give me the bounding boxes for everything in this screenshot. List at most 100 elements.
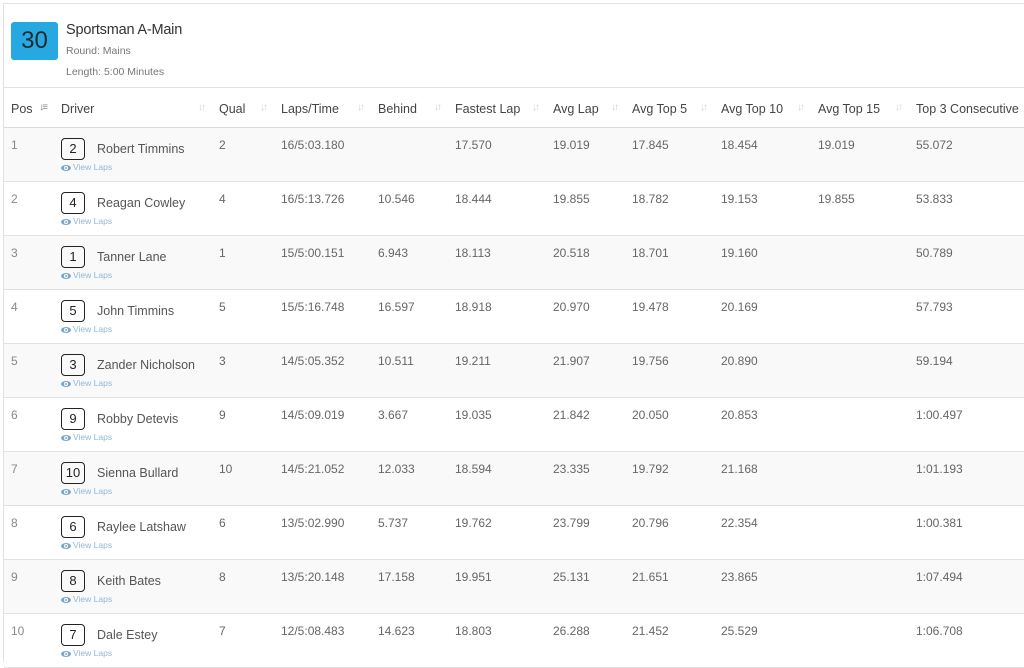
cell-value: 14/5:21.052 xyxy=(281,462,345,476)
cell-value: 6 xyxy=(219,516,226,530)
table-row: 10 7 Dale Estey View Laps 7 12/5:08.483 14.623… xyxy=(4,613,1024,668)
cell-avg-top10: 18.454 xyxy=(714,127,811,182)
column-header-pos[interactable]: Pos ↓≡ xyxy=(4,91,54,128)
cell-driver: 7 Dale Estey View Laps xyxy=(54,613,212,668)
cell-avg-top10: 19.153 xyxy=(714,181,811,236)
column-label-top3-consecutive: Top 3 Consecutive xyxy=(916,102,1019,116)
table-row: 6 9 Robby Detevis View Laps 9 14/5:09.019 3.66… xyxy=(4,397,1024,452)
cell-top3: 1:01.193 xyxy=(909,451,1024,506)
cell-pos: 7 xyxy=(4,451,54,506)
cell-value: 1:00.381 xyxy=(916,516,963,530)
sort-icon[interactable]: ↓↑ xyxy=(611,102,619,113)
cell-value: 23.799 xyxy=(553,516,590,530)
sort-desc-icon[interactable]: ↓≡ xyxy=(39,102,48,113)
cell-value: 20.853 xyxy=(721,408,758,422)
view-laps-link[interactable]: View Laps xyxy=(61,432,212,442)
view-laps-label: View Laps xyxy=(73,432,113,442)
driver-name: Dale Estey xyxy=(97,628,158,642)
cell-value: 2 xyxy=(11,192,18,206)
cell-value: 55.072 xyxy=(916,138,953,152)
car-number-badge: 1 xyxy=(61,246,85,268)
cell-value: 4 xyxy=(11,300,18,314)
cell-value: 19.478 xyxy=(632,300,669,314)
view-laps-link[interactable]: View Laps xyxy=(61,162,212,172)
cell-avg-top5: 20.050 xyxy=(625,397,714,452)
view-laps-link[interactable]: View Laps xyxy=(61,324,212,334)
cell-qual: 1 xyxy=(212,235,274,290)
column-header-avg-top10[interactable]: Avg Top 10 ↓↑ xyxy=(714,91,811,128)
sort-icon[interactable]: ↓↑ xyxy=(198,102,206,113)
cell-avg-top10: 23.865 xyxy=(714,559,811,614)
cell-avg-top15 xyxy=(811,451,909,506)
cell-value: 10.546 xyxy=(378,192,415,206)
cell-value: 14.623 xyxy=(378,624,415,638)
cell-value: 6 xyxy=(11,408,18,422)
cell-value: 50.789 xyxy=(916,246,953,260)
cell-value: 18.701 xyxy=(632,246,669,260)
column-label-avg-top10: Avg Top 10 xyxy=(721,102,784,116)
view-laps-link[interactable]: View Laps xyxy=(61,540,212,550)
cell-behind xyxy=(371,127,448,182)
column-header-driver[interactable]: Driver ↓↑ xyxy=(54,91,212,128)
cell-qual: 7 xyxy=(212,613,274,668)
cell-driver: 9 Robby Detevis View Laps xyxy=(54,397,212,452)
column-header-avg-lap[interactable]: Avg Lap ↓↑ xyxy=(546,91,625,128)
cell-behind: 5.737 xyxy=(371,505,448,560)
car-number-badge: 4 xyxy=(61,192,85,214)
sort-icon[interactable]: ↓↑ xyxy=(260,102,268,113)
sort-icon[interactable]: ↓↑ xyxy=(797,102,805,113)
view-laps-link[interactable]: View Laps xyxy=(61,648,212,658)
eye-icon xyxy=(61,434,71,441)
view-laps-link[interactable]: View Laps xyxy=(61,486,212,496)
column-header-qual[interactable]: Qual ↓↑ xyxy=(212,91,274,128)
cell-behind: 6.943 xyxy=(371,235,448,290)
cell-qual: 5 xyxy=(212,289,274,344)
driver-name: Tanner Lane xyxy=(97,250,167,264)
column-header-fastest-lap[interactable]: Fastest Lap ↓↑ xyxy=(448,91,546,128)
sort-icon[interactable]: ↓↑ xyxy=(532,102,540,113)
car-number-badge: 5 xyxy=(61,300,85,322)
table-row: 8 6 Raylee Latshaw View Laps 6 13/5:02.990 5.7… xyxy=(4,505,1024,560)
cell-value: 19.855 xyxy=(818,192,855,206)
cell-value: 7 xyxy=(11,462,18,476)
cell-value: 18.454 xyxy=(721,138,758,152)
cell-driver: 6 Raylee Latshaw View Laps xyxy=(54,505,212,560)
view-laps-link[interactable]: View Laps xyxy=(61,378,212,388)
cell-value: 18.782 xyxy=(632,192,669,206)
cell-avg-top5: 21.651 xyxy=(625,559,714,614)
cell-avg-lap: 21.907 xyxy=(546,343,625,398)
view-laps-link[interactable]: View Laps xyxy=(61,594,212,604)
sort-icon[interactable]: ↓↑ xyxy=(895,102,903,113)
view-laps-link[interactable]: View Laps xyxy=(61,216,212,226)
sort-icon[interactable]: ↓↑ xyxy=(700,102,708,113)
cell-fastest-lap: 18.444 xyxy=(448,181,546,236)
cell-avg-top5: 19.756 xyxy=(625,343,714,398)
cell-driver: 8 Keith Bates View Laps xyxy=(54,559,212,614)
cell-value: 8 xyxy=(219,570,226,584)
cell-fastest-lap: 19.035 xyxy=(448,397,546,452)
column-header-avg-top15[interactable]: Avg Top 15 ↓↑ xyxy=(811,91,909,128)
race-round: Round: Mains xyxy=(66,45,131,57)
column-header-laps-time[interactable]: Laps/Time ↓↑ xyxy=(274,91,371,128)
view-laps-link[interactable]: View Laps xyxy=(61,270,212,280)
cell-value: 13/5:20.148 xyxy=(281,570,345,584)
driver-name: Reagan Cowley xyxy=(97,196,186,210)
cell-qual: 3 xyxy=(212,343,274,398)
column-header-avg-top5[interactable]: Avg Top 5 ↓↑ xyxy=(625,91,714,128)
cell-pos: 9 xyxy=(4,559,54,614)
cell-avg-lap: 19.855 xyxy=(546,181,625,236)
cell-behind: 10.546 xyxy=(371,181,448,236)
cell-behind: 12.033 xyxy=(371,451,448,506)
cell-fastest-lap: 19.762 xyxy=(448,505,546,560)
cell-avg-top15 xyxy=(811,559,909,614)
column-header-behind[interactable]: Behind ↓↑ xyxy=(371,91,448,128)
column-header-top3-consecutive[interactable]: Top 3 Consecutive xyxy=(909,91,1024,128)
cell-laps-time: 15/5:16.748 xyxy=(274,289,371,344)
column-label-avg-top5: Avg Top 5 xyxy=(632,102,688,116)
cell-laps-time: 16/5:13.726 xyxy=(274,181,371,236)
sort-icon[interactable]: ↓↑ xyxy=(357,102,365,113)
sort-icon[interactable]: ↓↑ xyxy=(434,102,442,113)
cell-pos: 2 xyxy=(4,181,54,236)
cell-value: 21.452 xyxy=(632,624,669,638)
cell-value: 25.529 xyxy=(721,624,758,638)
